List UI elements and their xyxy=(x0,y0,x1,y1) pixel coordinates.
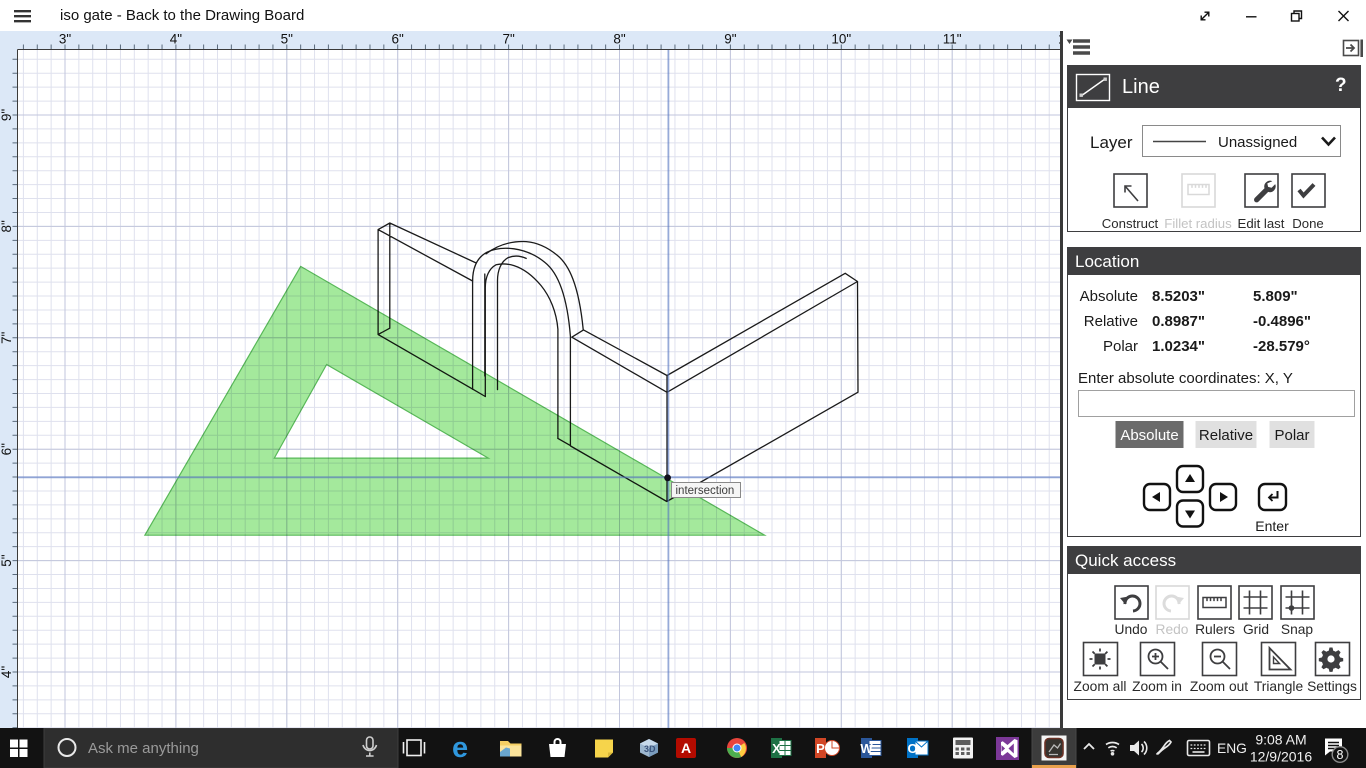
svg-text:-28.579°: -28.579° xyxy=(1253,338,1310,355)
svg-text:8": 8" xyxy=(0,220,14,233)
svg-text:11": 11" xyxy=(943,32,962,47)
svg-text:Done: Done xyxy=(1292,216,1324,231)
svg-text:Rulers: Rulers xyxy=(1195,622,1235,637)
svg-text:Line: Line xyxy=(1122,76,1160,98)
svg-text:Settings: Settings xyxy=(1307,679,1357,694)
svg-text:3": 3" xyxy=(59,32,72,47)
svg-text:9": 9" xyxy=(724,32,737,47)
svg-text:8": 8" xyxy=(613,32,626,47)
svg-text:?: ? xyxy=(1335,75,1347,96)
svg-text:Relative: Relative xyxy=(1084,313,1138,330)
svg-text:9:08 AM: 9:08 AM xyxy=(1255,732,1306,748)
svg-text:3D: 3D xyxy=(644,744,656,754)
svg-text:W: W xyxy=(860,741,873,756)
svg-text:Grid: Grid xyxy=(1243,622,1269,637)
svg-text:Zoom all: Zoom all xyxy=(1074,679,1127,694)
svg-text:5": 5" xyxy=(0,554,14,567)
svg-text:6": 6" xyxy=(392,32,405,47)
svg-text:1.0234": 1.0234" xyxy=(1152,338,1205,355)
svg-text:Zoom in: Zoom in xyxy=(1132,679,1182,694)
svg-text:Edit last: Edit last xyxy=(1238,216,1285,231)
svg-text:Snap: Snap xyxy=(1281,622,1314,637)
svg-text:Enter absolute coordinates: X,: Enter absolute coordinates: X, Y xyxy=(1078,370,1293,387)
svg-text:8: 8 xyxy=(1337,748,1344,762)
svg-text:Enter: Enter xyxy=(1255,518,1289,534)
svg-text:Polar: Polar xyxy=(1103,338,1138,355)
svg-text:4": 4" xyxy=(170,32,183,47)
svg-text:Redo: Redo xyxy=(1156,622,1189,637)
svg-text:ENG: ENG xyxy=(1217,741,1247,756)
svg-text:Triangle: Triangle xyxy=(1254,679,1304,694)
svg-text:Undo: Undo xyxy=(1115,622,1148,637)
svg-text:Relative: Relative xyxy=(1199,427,1253,444)
svg-text:Absolute: Absolute xyxy=(1080,288,1138,305)
svg-text:intersection: intersection xyxy=(676,485,735,497)
svg-text:Layer: Layer xyxy=(1090,133,1133,152)
svg-text:Quick access: Quick access xyxy=(1075,551,1176,570)
svg-text:9": 9" xyxy=(0,109,14,122)
svg-text:Polar: Polar xyxy=(1274,427,1309,444)
svg-text:7": 7" xyxy=(0,331,14,344)
svg-text:5": 5" xyxy=(281,32,294,47)
svg-text:12/9/2016: 12/9/2016 xyxy=(1250,749,1312,765)
svg-text:7": 7" xyxy=(502,32,515,47)
svg-text:10": 10" xyxy=(831,32,851,47)
svg-text:4": 4" xyxy=(0,666,14,679)
svg-text:8.5203": 8.5203" xyxy=(1152,288,1205,305)
svg-text:X: X xyxy=(772,741,781,756)
svg-text:Location: Location xyxy=(1075,252,1139,271)
svg-text:-0.4896": -0.4896" xyxy=(1253,313,1311,330)
svg-text:Construct: Construct xyxy=(1102,216,1159,231)
svg-text:6": 6" xyxy=(0,443,14,456)
svg-text:Unassigned: Unassigned xyxy=(1218,134,1297,151)
svg-text:5.809": 5.809" xyxy=(1253,288,1298,305)
svg-text:O: O xyxy=(907,741,917,756)
svg-text:A: A xyxy=(681,740,691,756)
svg-text:e: e xyxy=(452,732,468,764)
svg-text:Ask me anything: Ask me anything xyxy=(88,740,199,757)
svg-text:Absolute: Absolute xyxy=(1120,427,1178,444)
svg-text:Fillet radius: Fillet radius xyxy=(1164,216,1232,231)
svg-text:0.8987": 0.8987" xyxy=(1152,313,1205,330)
svg-text:P: P xyxy=(816,741,825,756)
svg-text:Zoom out: Zoom out xyxy=(1190,679,1248,694)
